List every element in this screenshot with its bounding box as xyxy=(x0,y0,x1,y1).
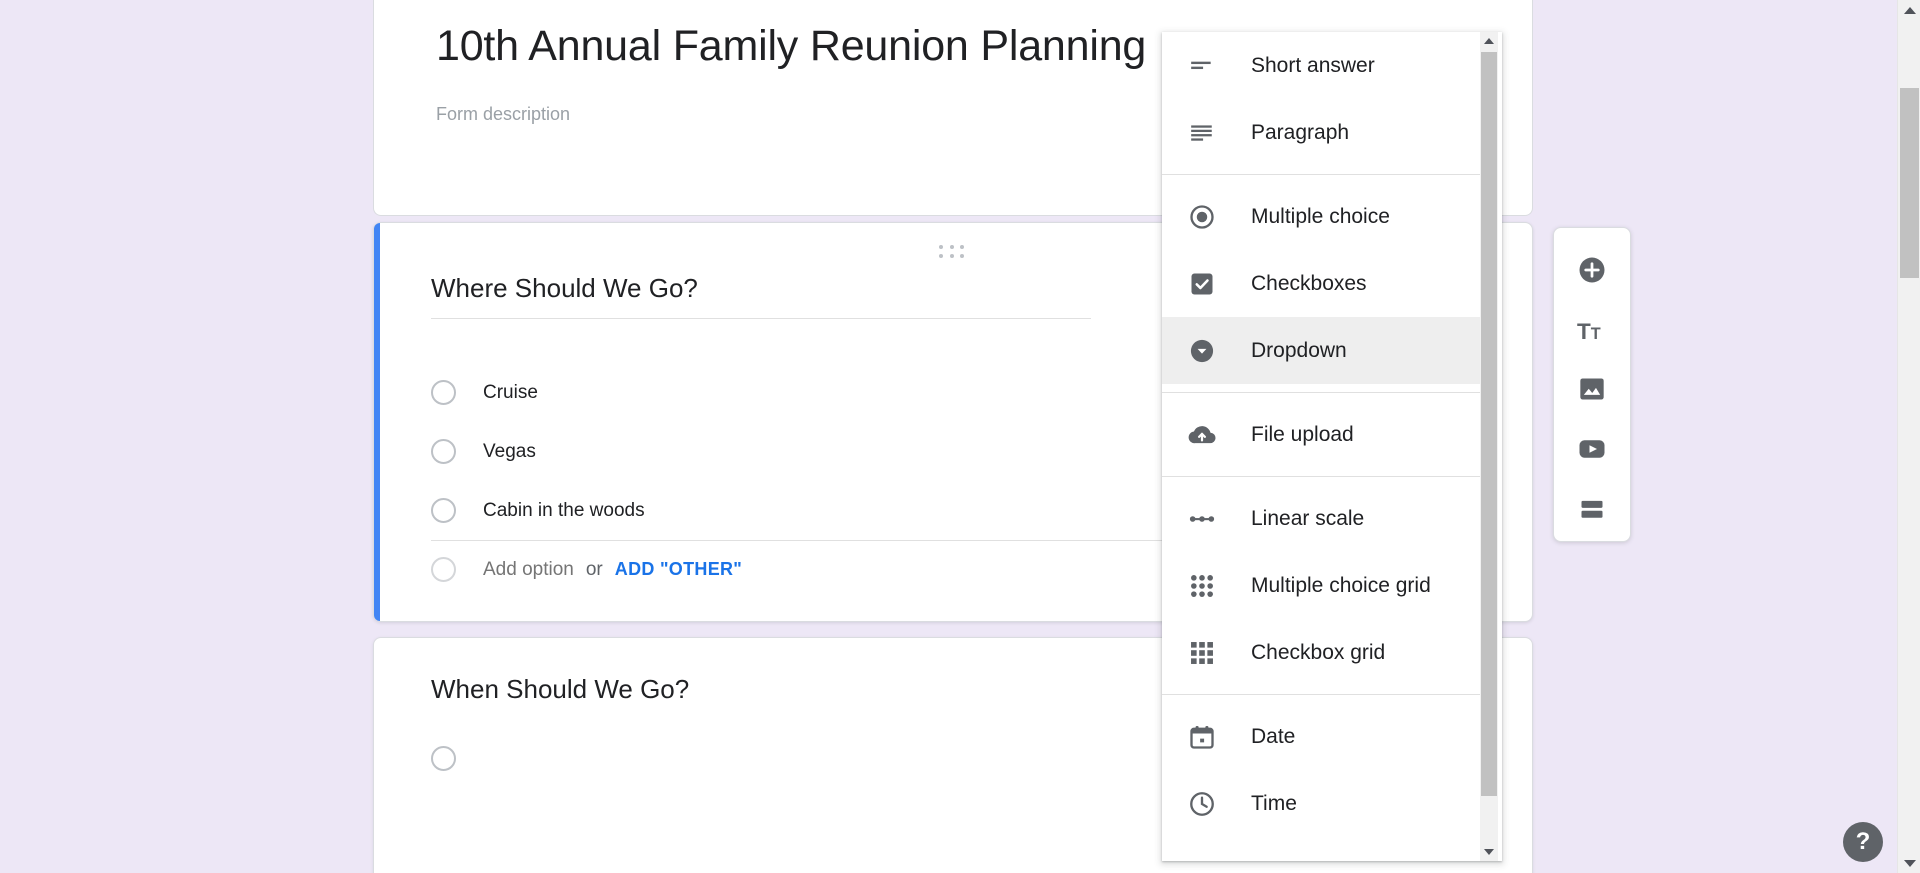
short-answer-icon xyxy=(1187,51,1217,81)
menu-item-dropdown[interactable]: Dropdown xyxy=(1162,317,1482,384)
option-label[interactable]: Cruise xyxy=(483,382,538,404)
radio-button-icon xyxy=(431,439,456,464)
option-label[interactable]: Vegas xyxy=(483,441,536,463)
cloud-upload-icon xyxy=(1187,420,1217,450)
menu-item-label: Dropdown xyxy=(1251,338,1347,362)
radio-button-icon xyxy=(431,498,456,523)
question-type-menu: Short answer Paragraph Multiple choice C… xyxy=(1162,32,1502,861)
radio-button-icon xyxy=(431,746,456,771)
add-image-button[interactable] xyxy=(1564,362,1620,418)
form-description-input[interactable]: Form description xyxy=(436,104,570,125)
add-title-button[interactable]: T T xyxy=(1564,302,1620,358)
square-grid-icon xyxy=(1187,638,1217,668)
option-label[interactable]: Cabin in the woods xyxy=(483,500,645,522)
clock-icon xyxy=(1187,789,1217,819)
add-question-button[interactable] xyxy=(1564,242,1620,298)
menu-item-file-upload[interactable]: File upload xyxy=(1162,401,1482,468)
question-insert-toolbar: T T xyxy=(1553,227,1631,542)
menu-item-checkbox-grid[interactable]: Checkbox grid xyxy=(1162,619,1482,686)
menu-item-label: Time xyxy=(1251,791,1297,815)
radio-button-icon xyxy=(431,380,456,405)
radio-button-icon xyxy=(1187,202,1217,232)
page-scrollbar[interactable] xyxy=(1897,0,1920,873)
menu-item-label: Short answer xyxy=(1251,53,1375,77)
option-row[interactable]: Vegas xyxy=(431,422,1131,481)
checkbox-icon xyxy=(1187,269,1217,299)
page-scroll-up-arrow-icon[interactable] xyxy=(1898,0,1920,20)
menu-item-paragraph[interactable]: Paragraph xyxy=(1162,99,1482,166)
plus-circle-icon xyxy=(1577,255,1607,285)
linear-scale-icon xyxy=(1187,504,1217,534)
menu-item-label: Checkboxes xyxy=(1251,271,1367,295)
menu-item-multiple-choice[interactable]: Multiple choice xyxy=(1162,183,1482,250)
menu-divider xyxy=(1162,476,1482,477)
menu-scrollbar[interactable] xyxy=(1480,32,1498,861)
menu-divider xyxy=(1162,694,1482,695)
paragraph-icon xyxy=(1187,118,1217,148)
question-type-menu-list: Short answer Paragraph Multiple choice C… xyxy=(1162,32,1482,861)
page-scrollbar-thumb[interactable] xyxy=(1900,88,1919,278)
dot-grid-icon xyxy=(1187,571,1217,601)
option-row[interactable]: Cruise xyxy=(431,363,1131,422)
menu-item-multiple-choice-grid[interactable]: Multiple choice grid xyxy=(1162,552,1482,619)
forms-editor-app: 10th Annual Family Reunion Planning Form… xyxy=(0,0,1920,873)
image-icon xyxy=(1578,375,1606,403)
menu-item-label: Multiple choice grid xyxy=(1251,573,1431,597)
menu-item-label: Multiple choice xyxy=(1251,204,1390,228)
help-button[interactable]: ? xyxy=(1843,822,1883,862)
scroll-down-arrow-icon[interactable] xyxy=(1480,843,1498,861)
menu-item-time[interactable]: Time xyxy=(1162,770,1482,837)
svg-text:T: T xyxy=(1591,324,1601,342)
menu-scrollbar-thumb[interactable] xyxy=(1481,52,1497,796)
menu-item-label: File upload xyxy=(1251,422,1354,446)
menu-item-label: Paragraph xyxy=(1251,120,1350,144)
option-row[interactable]: Cabin in the woods xyxy=(431,481,1131,540)
title-text-icon: T T xyxy=(1577,315,1607,345)
menu-item-label: Date xyxy=(1251,724,1296,748)
add-video-button[interactable] xyxy=(1564,421,1620,477)
menu-item-label: Linear scale xyxy=(1251,506,1365,530)
menu-divider xyxy=(1162,174,1482,175)
menu-item-short-answer[interactable]: Short answer xyxy=(1162,32,1482,99)
menu-item-label: Checkbox grid xyxy=(1251,640,1386,664)
dropdown-arrow-icon xyxy=(1187,336,1217,366)
menu-divider xyxy=(1162,392,1482,393)
menu-item-date[interactable]: Date xyxy=(1162,703,1482,770)
question-title[interactable]: Where Should We Go? xyxy=(431,273,1091,319)
section-icon xyxy=(1578,495,1606,523)
svg-text:T: T xyxy=(1577,318,1591,343)
question-title[interactable]: When Should We Go? xyxy=(431,674,689,705)
form-title[interactable]: 10th Annual Family Reunion Planning xyxy=(436,20,1146,72)
page-scroll-down-arrow-icon[interactable] xyxy=(1898,853,1920,873)
menu-item-linear-scale[interactable]: Linear scale xyxy=(1162,485,1482,552)
question-title-wrap: Where Should We Go? xyxy=(431,273,1091,319)
menu-item-checkboxes[interactable]: Checkboxes xyxy=(1162,250,1482,317)
drag-handle-icon[interactable] xyxy=(939,245,967,259)
add-section-button[interactable] xyxy=(1564,481,1620,537)
video-icon xyxy=(1577,434,1607,464)
calendar-icon xyxy=(1187,722,1217,752)
scroll-up-arrow-icon[interactable] xyxy=(1480,32,1498,50)
